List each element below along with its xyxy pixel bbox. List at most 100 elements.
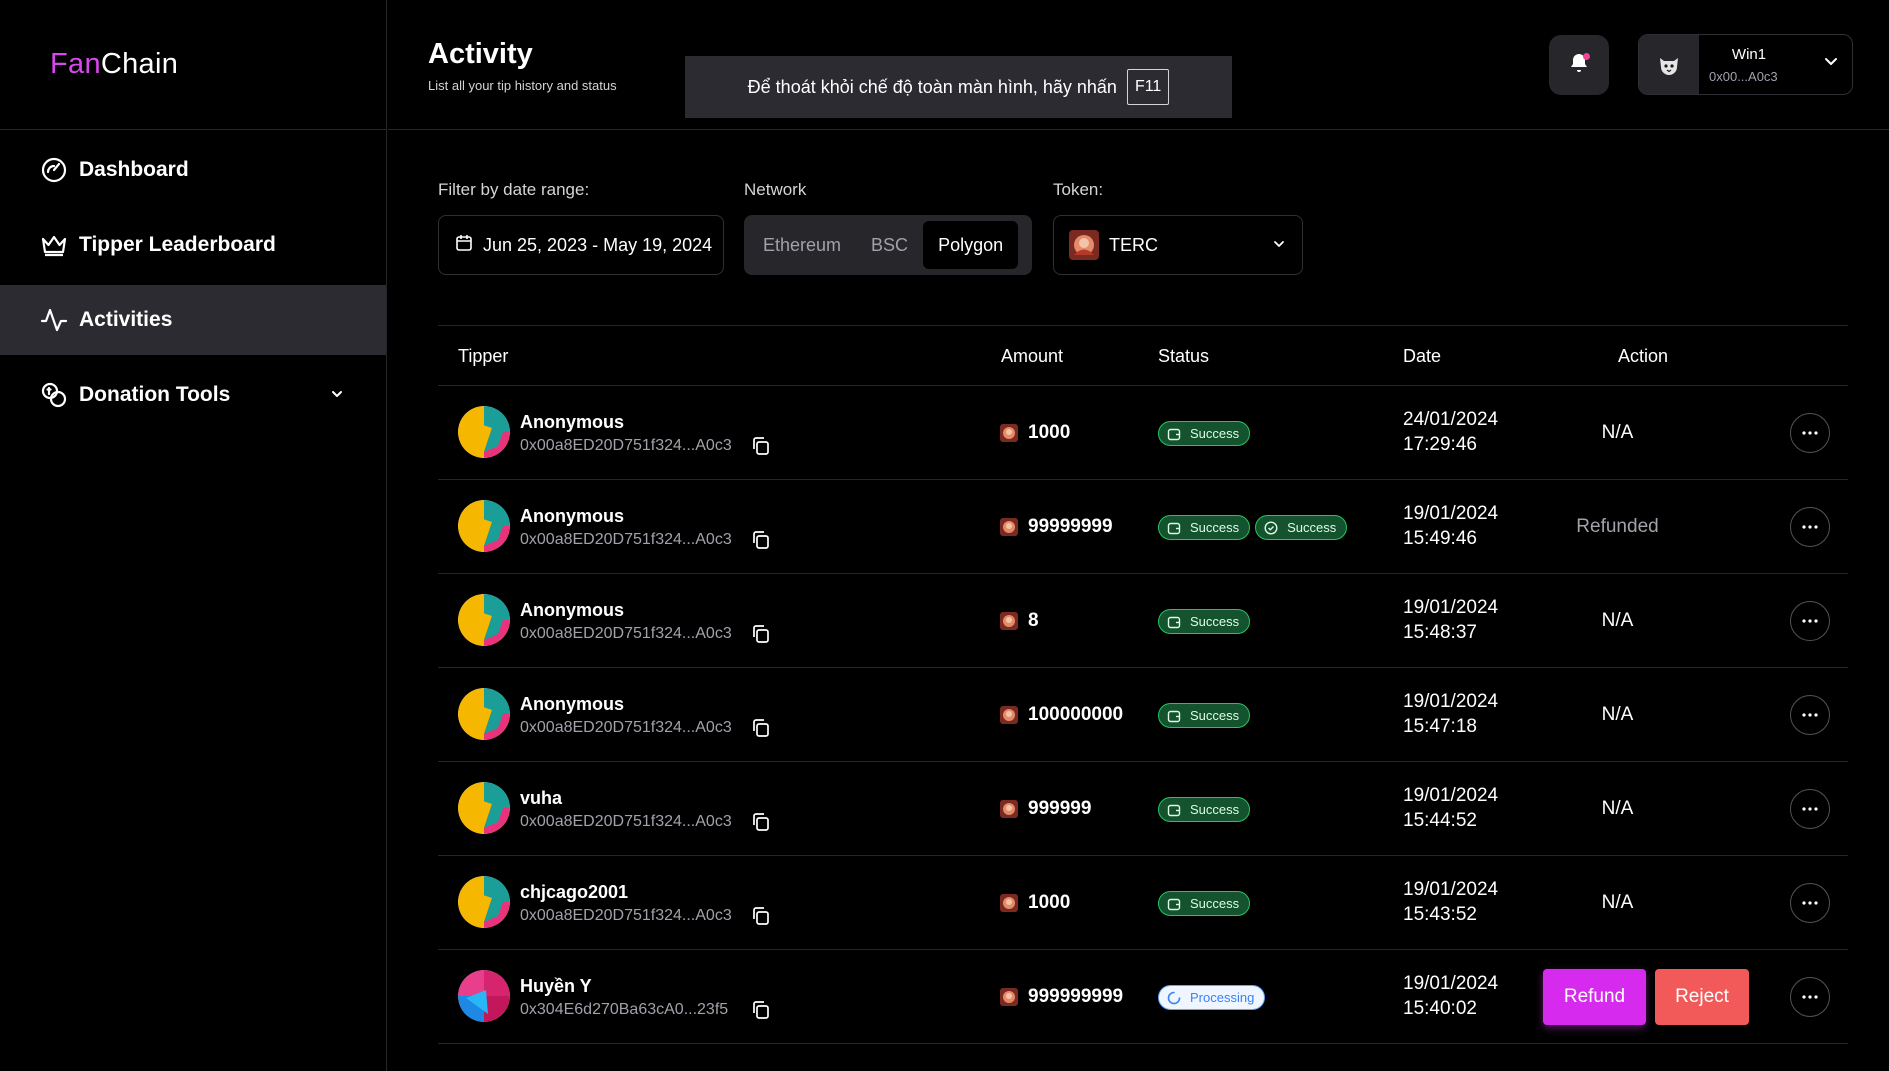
activity-icon xyxy=(40,306,68,334)
logo-part-fan: Fan xyxy=(50,48,101,80)
tip-date-time: 15:48:37 xyxy=(1403,622,1477,643)
tipper-name: Huyền Y xyxy=(520,976,592,996)
tipper-name: vuha xyxy=(520,788,563,808)
tip-amount-value: 999999999 xyxy=(1028,986,1124,1007)
column-header-date: Date xyxy=(1403,346,1442,366)
tipper-name: Anonymous xyxy=(520,412,625,432)
wallet-icon xyxy=(1167,803,1181,817)
user-info: Win1 0x00...A0c3 xyxy=(1709,46,1822,84)
token-icon xyxy=(1000,706,1018,724)
gauge-icon xyxy=(40,156,68,184)
tip-amount-value: 1000 xyxy=(1028,892,1071,913)
token-select[interactable]: TERC xyxy=(1053,215,1303,275)
avatar xyxy=(458,406,510,458)
status-badge: Processing xyxy=(1158,985,1266,1010)
notification-button[interactable] xyxy=(1549,35,1609,95)
ellipsis-icon xyxy=(1801,994,1819,1000)
token-icon xyxy=(1069,230,1099,260)
tip-amount: 8 xyxy=(1000,610,1039,632)
fanchain-logo[interactable]: Fan Chain xyxy=(0,0,386,130)
wallet-icon xyxy=(1167,521,1181,535)
reject-button[interactable]: Reject xyxy=(1655,969,1749,1025)
status-cell: Success xyxy=(1158,797,1251,822)
action-text: N/A xyxy=(1601,798,1634,819)
tip-date: 19/01/2024 15:44:52 xyxy=(1403,783,1498,833)
tipper-name: Anonymous xyxy=(520,694,625,714)
sidebar-item-donation-tools[interactable]: Donation Tools xyxy=(0,360,386,430)
status-cell: Success xyxy=(1158,891,1251,916)
network-selector: Ethereum BSC Polygon xyxy=(744,215,1032,275)
tip-amount-value: 99999999 xyxy=(1028,516,1113,537)
tipper-address: 0x00a8ED20D751f324...A0c3 xyxy=(520,813,732,830)
tip-date: 19/01/2024 15:47:18 xyxy=(1403,689,1498,739)
chevron-down-icon xyxy=(1272,235,1286,256)
tip-date-day: 19/01/2024 xyxy=(1403,879,1499,900)
sidebar-item-dashboard[interactable]: Dashboard xyxy=(0,135,386,205)
refund-button[interactable]: Refund xyxy=(1543,969,1646,1025)
tip-amount-value: 100000000 xyxy=(1028,704,1124,725)
more-options-button[interactable] xyxy=(1790,695,1830,735)
column-header-tipper: Tipper xyxy=(458,346,509,366)
spinner-icon xyxy=(1167,991,1181,1005)
tip-date: 19/01/2024 15:40:02 xyxy=(1403,971,1498,1021)
status-badge-label: Success xyxy=(1190,802,1240,817)
sidebar-item-activities[interactable]: Activities xyxy=(0,285,386,355)
copy-icon[interactable] xyxy=(751,436,771,461)
table-row: Huyền Y 0x304E6d270Ba63cA0...23f5 99999999… xyxy=(438,950,1848,1044)
more-options-button[interactable] xyxy=(1790,507,1830,547)
tipper-address: 0x00a8ED20D751f324...A0c3 xyxy=(520,907,732,924)
more-options-button[interactable] xyxy=(1790,977,1830,1017)
logo-part-chain: Chain xyxy=(100,48,179,80)
column-header-status: Status xyxy=(1158,346,1210,366)
avatar xyxy=(458,594,510,646)
more-options-button[interactable] xyxy=(1790,789,1830,829)
tip-amount: 1000 xyxy=(1000,892,1070,914)
more-options-button[interactable] xyxy=(1790,413,1830,453)
tipper-address: 0x304E6d270Ba63cA0...23f5 xyxy=(520,1001,729,1018)
copy-icon[interactable] xyxy=(751,1000,771,1025)
date-range-picker[interactable]: Jun 25, 2023 - May 19, 2024 xyxy=(438,215,724,275)
page-title: Activity xyxy=(428,38,533,70)
status-badge-label: Success xyxy=(1190,708,1240,723)
tip-date-time: 15:49:46 xyxy=(1403,528,1477,549)
table-row: vuha 0x00a8ED20D751f324...A0c3 999999 Succe… xyxy=(438,762,1848,856)
activity-table: Tipper Amount Status Date Action Anonymo… xyxy=(438,325,1848,1044)
wallet-icon xyxy=(1167,615,1181,629)
tipper-address: 0x00a8ED20D751f324...A0c3 xyxy=(520,437,732,454)
copy-icon[interactable] xyxy=(751,718,771,743)
tip-amount: 999999999 xyxy=(1000,986,1123,1008)
sidebar-item-tipper-leaderboard[interactable]: Tipper Leaderboard xyxy=(0,210,386,280)
tip-amount: 1000 xyxy=(1000,422,1070,444)
more-options-button[interactable] xyxy=(1790,601,1830,641)
network-option-polygon[interactable]: Polygon xyxy=(923,221,1019,269)
table-row: Anonymous 0x00a8ED20D751f324...A0c3 1000 Su… xyxy=(438,386,1848,480)
copy-icon[interactable] xyxy=(751,812,771,837)
network-option-ethereum[interactable]: Ethereum xyxy=(748,221,856,269)
column-header-amount: Amount xyxy=(1001,346,1064,366)
sidebar: Fan Chain Dashboard Tipper Leaderboard Ac… xyxy=(0,0,387,1071)
status-cell: Success xyxy=(1158,421,1251,446)
sidebar-item-label: Tipper Leaderboard xyxy=(79,233,276,256)
network-option-bsc[interactable]: BSC xyxy=(856,221,923,269)
copy-icon[interactable] xyxy=(751,624,771,649)
more-options-button[interactable] xyxy=(1790,883,1830,923)
status-badge-label: Success xyxy=(1190,614,1240,629)
copy-icon[interactable] xyxy=(751,530,771,555)
tip-amount-value: 1000 xyxy=(1028,422,1071,443)
tip-date-time: 15:47:18 xyxy=(1403,716,1477,737)
tip-date: 19/01/2024 15:48:37 xyxy=(1403,595,1498,645)
status-badge-label: Processing xyxy=(1190,990,1255,1005)
sidebar-item-label: Activities xyxy=(79,308,173,331)
tip-amount-value: 8 xyxy=(1028,610,1039,631)
sidebar-item-label: Donation Tools xyxy=(79,383,231,406)
tip-amount-value: 999999 xyxy=(1028,798,1092,819)
avatar xyxy=(458,970,510,1022)
table-row: chjcago2001 0x00a8ED20D751f324...A0c3 1000… xyxy=(438,856,1848,950)
chevron-down-icon[interactable] xyxy=(330,383,344,407)
user-menu-button[interactable]: Win1 0x00...A0c3 xyxy=(1638,34,1853,95)
sidebar-item-label: Dashboard xyxy=(79,158,189,181)
copy-icon[interactable] xyxy=(751,906,771,931)
fullscreen-notice-text: Để thoát khỏi chế độ toàn màn hình, hãy … xyxy=(747,76,1117,97)
action-text: N/A xyxy=(1601,892,1634,913)
token-icon xyxy=(1000,612,1018,630)
